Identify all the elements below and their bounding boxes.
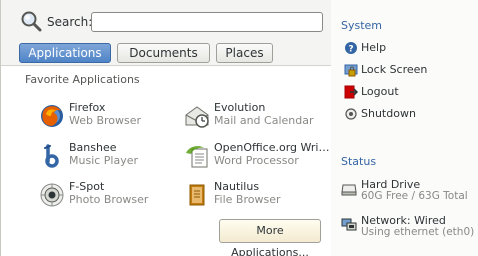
left-pane: Search: Applications Documents Places Fa… (0, 0, 334, 256)
system-heading: System (341, 19, 383, 32)
help-icon: ? (344, 41, 358, 55)
status-heading: Status (341, 155, 377, 168)
f-spot-icon (39, 182, 65, 208)
nautilus-icon (184, 182, 210, 208)
banshee-icon (39, 143, 65, 169)
shutdown-icon (344, 107, 358, 121)
firefox-icon (39, 103, 65, 129)
hard-drive-icon (341, 182, 357, 196)
favorite-applications-heading: Favorite Applications (25, 73, 140, 86)
app-evolution[interactable]: Evolution Mail and Calendar (184, 101, 334, 137)
app-nautilus[interactable]: Nautilus File Browser (184, 180, 334, 216)
tab-places[interactable]: Places (216, 43, 273, 63)
search-icon (19, 9, 43, 33)
tab-applications[interactable]: Applications (19, 43, 111, 63)
app-name: OpenOffice.org Wri… (214, 141, 330, 154)
tab-documents[interactable]: Documents (117, 43, 210, 63)
status-item-description: 60G Free / 63G Total (361, 190, 468, 202)
system-item-label: Help (361, 41, 387, 54)
search-label: Search: (47, 15, 93, 29)
app-f-spot[interactable]: F-Spot Photo Browser (39, 180, 189, 216)
app-description: Photo Browser (69, 193, 149, 206)
evolution-icon (184, 103, 210, 129)
app-banshee[interactable]: Banshee Music Player (39, 141, 189, 177)
app-description: Word Processor (214, 154, 299, 167)
lock-screen-icon (344, 63, 358, 77)
app-description: Mail and Calendar (214, 114, 314, 127)
system-item-label: Shutdown (361, 107, 416, 120)
more-applications-button[interactable]: More Applications... (219, 219, 321, 256)
status-item-description: Using ethernet (eth0) (361, 226, 475, 238)
top-bar: Search: Applications Documents Places (1, 0, 332, 66)
app-name: Nautilus (214, 180, 260, 193)
search-input[interactable] (91, 12, 323, 32)
app-name: Firefox (69, 101, 106, 114)
system-item-label: Lock Screen (361, 63, 428, 76)
svg-text:?: ? (348, 45, 353, 55)
right-pane: System ? Help Lock Screen Logout Shutdow… (331, 0, 478, 256)
network-wired-icon (341, 218, 357, 232)
app-name: F-Spot (69, 180, 105, 193)
app-name: Evolution (214, 101, 266, 114)
logout-icon (344, 85, 359, 99)
status-item-network[interactable]: Network: Wired Using ethernet (eth0) (341, 214, 478, 244)
main-menu: Search: Applications Documents Places Fa… (0, 0, 478, 256)
system-item-label: Logout (361, 85, 399, 98)
app-firefox[interactable]: Firefox Web Browser (39, 101, 189, 137)
app-description: Web Browser (69, 114, 142, 127)
app-name: Banshee (69, 141, 117, 154)
app-openoffice-writer[interactable]: OpenOffice.org Wri… Word Processor (184, 141, 334, 177)
app-description: File Browser (214, 193, 281, 206)
openoffice-writer-icon (184, 143, 210, 169)
status-item-hard-drive[interactable]: Hard Drive 60G Free / 63G Total (341, 178, 478, 208)
app-description: Music Player (69, 154, 139, 167)
